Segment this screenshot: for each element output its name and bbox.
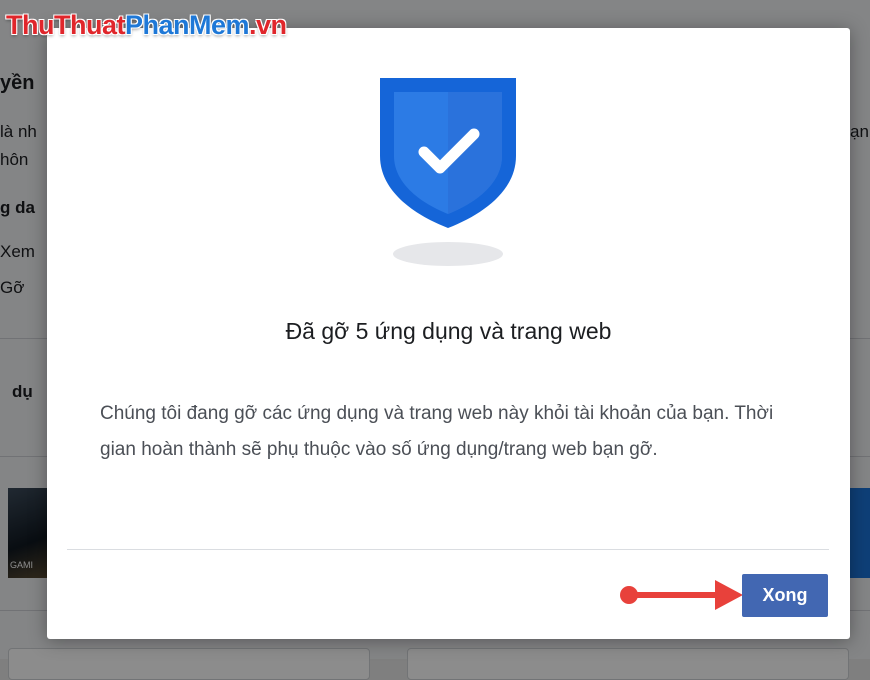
bg-app-thumbnail-right (850, 488, 870, 578)
dialog-title: Đã gỡ 5 ứng dụng và trang web (285, 318, 612, 344)
arrow-annotation-icon (620, 580, 743, 610)
bg-text-right: ạn (850, 122, 869, 141)
bg-view-link: Xem (0, 242, 35, 261)
dialog-message: Chúng tôi đang gỡ các ứng dụng và trang … (100, 403, 774, 460)
shield-shadow (393, 242, 503, 266)
bg-card (407, 648, 849, 680)
dialog-divider (67, 549, 829, 550)
bg-heading: yền (0, 72, 35, 94)
bg-text-line: hôn (0, 150, 29, 169)
watermark-logo: ThuThuatPhanMem.vn (6, 10, 287, 40)
bg-subheading: g da (0, 198, 35, 217)
bg-section-title: dụ (12, 382, 33, 401)
app-thumbnail-label: GAMI (10, 560, 34, 570)
bg-remove-link: Gỡ (0, 278, 25, 297)
bg-text-line: là nh (0, 122, 37, 141)
bg-card (8, 648, 370, 680)
shield-check-icon (380, 78, 516, 228)
done-button[interactable]: Xong (742, 574, 828, 617)
confirmation-dialog: Đã gỡ 5 ứng dụng và trang web Chúng tôi … (47, 28, 850, 639)
